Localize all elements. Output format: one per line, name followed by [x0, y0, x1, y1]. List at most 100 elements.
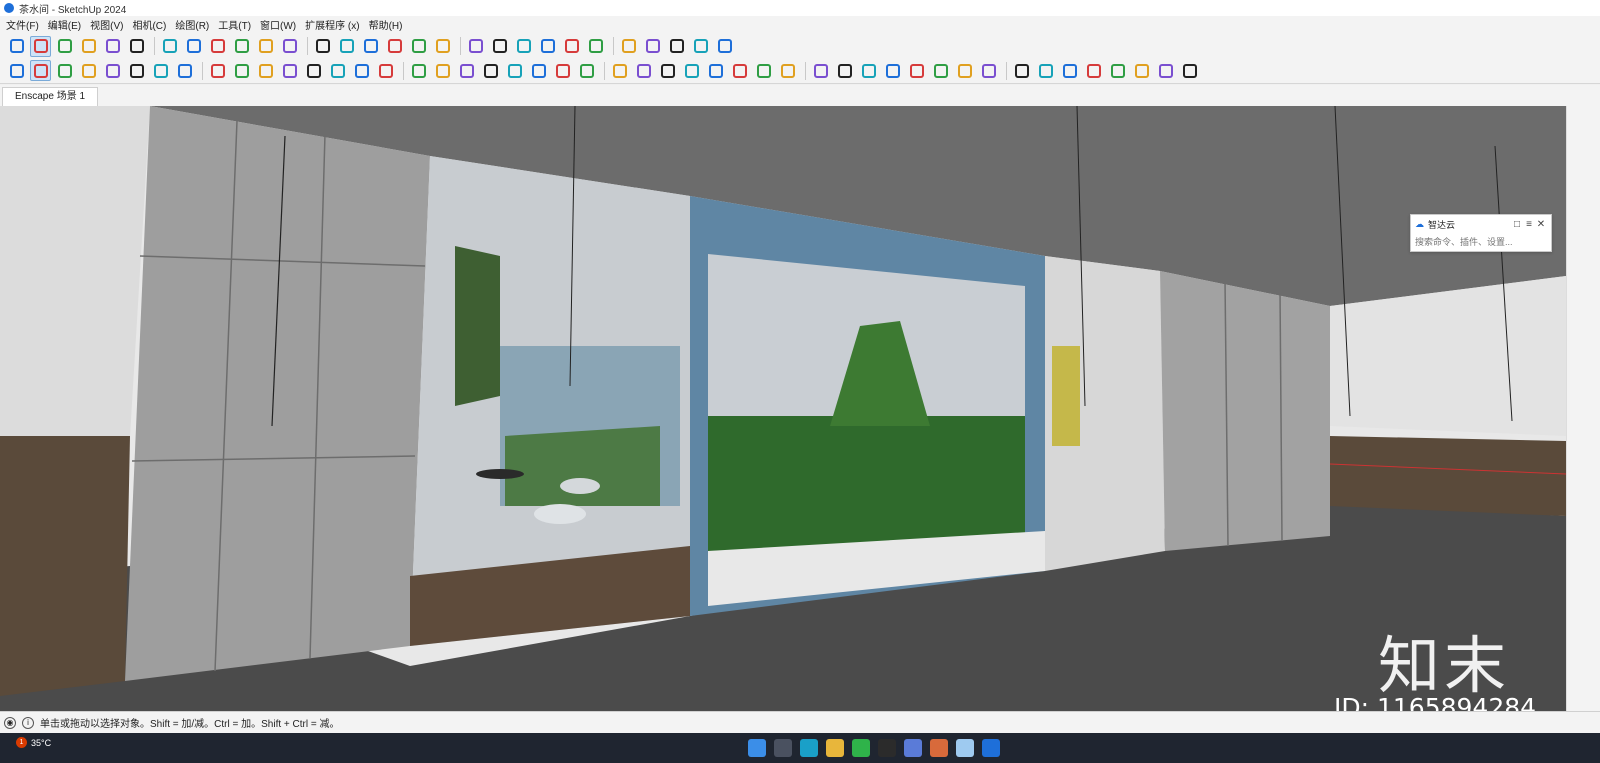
split-icon[interactable]: [705, 60, 726, 81]
cloud3-icon[interactable]: [552, 60, 573, 81]
menu-help[interactable]: 帮助(H): [369, 17, 403, 32]
gear-icon[interactable]: [174, 60, 195, 81]
orbit-icon[interactable]: [384, 36, 405, 57]
eraser-icon[interactable]: [54, 36, 75, 57]
eye-icon[interactable]: [834, 60, 855, 81]
stairs-icon[interactable]: [1155, 60, 1176, 81]
follow-me-icon[interactable]: [183, 36, 204, 57]
tab-scene-1[interactable]: Enscape 场景 1: [2, 87, 99, 106]
menu-icon[interactable]: ≡: [1523, 219, 1535, 230]
help-icon[interactable]: [690, 36, 711, 57]
start-icon[interactable]: [748, 739, 766, 757]
pencil-icon[interactable]: [78, 36, 99, 57]
pan-icon[interactable]: [408, 36, 429, 57]
maximize-icon[interactable]: □: [1511, 219, 1523, 230]
check-icon[interactable]: [633, 60, 654, 81]
extension-warehouse-icon[interactable]: [513, 36, 534, 57]
tag-icon[interactable]: [666, 36, 687, 57]
app-icon-2[interactable]: [930, 739, 948, 757]
wave-icon[interactable]: [504, 60, 525, 81]
cart-icon[interactable]: [255, 60, 276, 81]
sync-icon[interactable]: [432, 60, 453, 81]
components-icon[interactable]: [30, 60, 51, 81]
profile-icon[interactable]: [561, 36, 582, 57]
gear2-icon[interactable]: [681, 60, 702, 81]
zoom-extents-icon[interactable]: [465, 36, 486, 57]
shield-icon[interactable]: [102, 60, 123, 81]
offset-icon[interactable]: [279, 36, 300, 57]
panel-icon[interactable]: [978, 60, 999, 81]
panel-search-input[interactable]: [1415, 234, 1547, 250]
ruler-icon[interactable]: [858, 60, 879, 81]
model-viewport[interactable]: ☁ 智达云 □ ≡ ✕: [0, 106, 1566, 711]
camera-icon[interactable]: [375, 60, 396, 81]
flag-icon[interactable]: [1107, 60, 1128, 81]
stair-icon[interactable]: [906, 60, 927, 81]
video-icon[interactable]: [351, 60, 372, 81]
enscape-icon[interactable]: [303, 60, 324, 81]
info-icon[interactable]: [231, 60, 252, 81]
slope-icon[interactable]: [1179, 60, 1200, 81]
cloud4-icon[interactable]: [576, 60, 597, 81]
section-icon[interactable]: [360, 36, 381, 57]
pipe-icon[interactable]: [882, 60, 903, 81]
warehouse-icon[interactable]: [489, 36, 510, 57]
app-icon-1[interactable]: [904, 739, 922, 757]
curve-icon[interactable]: [1083, 60, 1104, 81]
select-icon[interactable]: [30, 35, 51, 57]
user-icon[interactable]: [618, 36, 639, 57]
zoom-icon[interactable]: [6, 36, 27, 57]
geolocation-icon[interactable]: ◉: [4, 716, 16, 729]
sketchup-task-icon[interactable]: [982, 739, 1000, 757]
settings-icon[interactable]: [714, 36, 735, 57]
info-icon[interactable]: i: [22, 716, 34, 729]
flag2-icon[interactable]: [1131, 60, 1152, 81]
bed-icon[interactable]: [1035, 60, 1056, 81]
rectangle-icon[interactable]: [126, 36, 147, 57]
scale-icon[interactable]: [255, 36, 276, 57]
paint-icon[interactable]: [6, 60, 27, 81]
document-icon[interactable]: [585, 36, 606, 57]
render-icon[interactable]: [327, 60, 348, 81]
terminal-icon[interactable]: [878, 739, 896, 757]
frame-icon[interactable]: [810, 60, 831, 81]
menu-camera[interactable]: 相机(C): [132, 17, 166, 32]
download-icon[interactable]: [657, 60, 678, 81]
menu-tools[interactable]: 工具(T): [218, 17, 251, 32]
tape-icon[interactable]: [312, 36, 333, 57]
sandbox-icon[interactable]: [642, 36, 663, 57]
protractor-icon[interactable]: [336, 36, 357, 57]
explorer-icon[interactable]: [826, 739, 844, 757]
menu-file[interactable]: 文件(F): [6, 17, 39, 32]
line-icon[interactable]: [102, 36, 123, 57]
menu-view[interactable]: 视图(V): [90, 17, 123, 32]
rotate-icon[interactable]: [231, 36, 252, 57]
chat-icon[interactable]: [852, 739, 870, 757]
menu-window[interactable]: 窗口(W): [260, 17, 296, 32]
checker-icon[interactable]: [126, 60, 147, 81]
folder-icon[interactable]: [207, 60, 228, 81]
zoom-window-icon[interactable]: [432, 36, 453, 57]
sun-icon[interactable]: [729, 60, 750, 81]
cross-icon[interactable]: [1059, 60, 1080, 81]
menu-edit[interactable]: 编辑(E): [48, 17, 81, 32]
sofa-icon[interactable]: [1011, 60, 1032, 81]
asset-icon[interactable]: [456, 60, 477, 81]
vr-icon[interactable]: [408, 60, 429, 81]
push-pull-icon[interactable]: [159, 36, 180, 57]
weather-widget[interactable]: 1 35°C: [16, 737, 51, 748]
cone-icon[interactable]: [753, 60, 774, 81]
cloud2-icon[interactable]: [528, 60, 549, 81]
right-tray-scrollbar[interactable]: [1566, 106, 1600, 711]
bench-icon[interactable]: [954, 60, 975, 81]
search-icon[interactable]: [774, 739, 792, 757]
box-icon[interactable]: [480, 60, 501, 81]
settings2-icon[interactable]: [609, 60, 630, 81]
app-icon-3[interactable]: [956, 739, 974, 757]
menu-extensions[interactable]: 扩展程序 (x): [305, 17, 359, 32]
edge-icon[interactable]: [800, 739, 818, 757]
close-icon[interactable]: ✕: [1535, 219, 1547, 230]
add-icon[interactable]: [78, 60, 99, 81]
move-icon[interactable]: [207, 36, 228, 57]
brush-icon[interactable]: [930, 60, 951, 81]
